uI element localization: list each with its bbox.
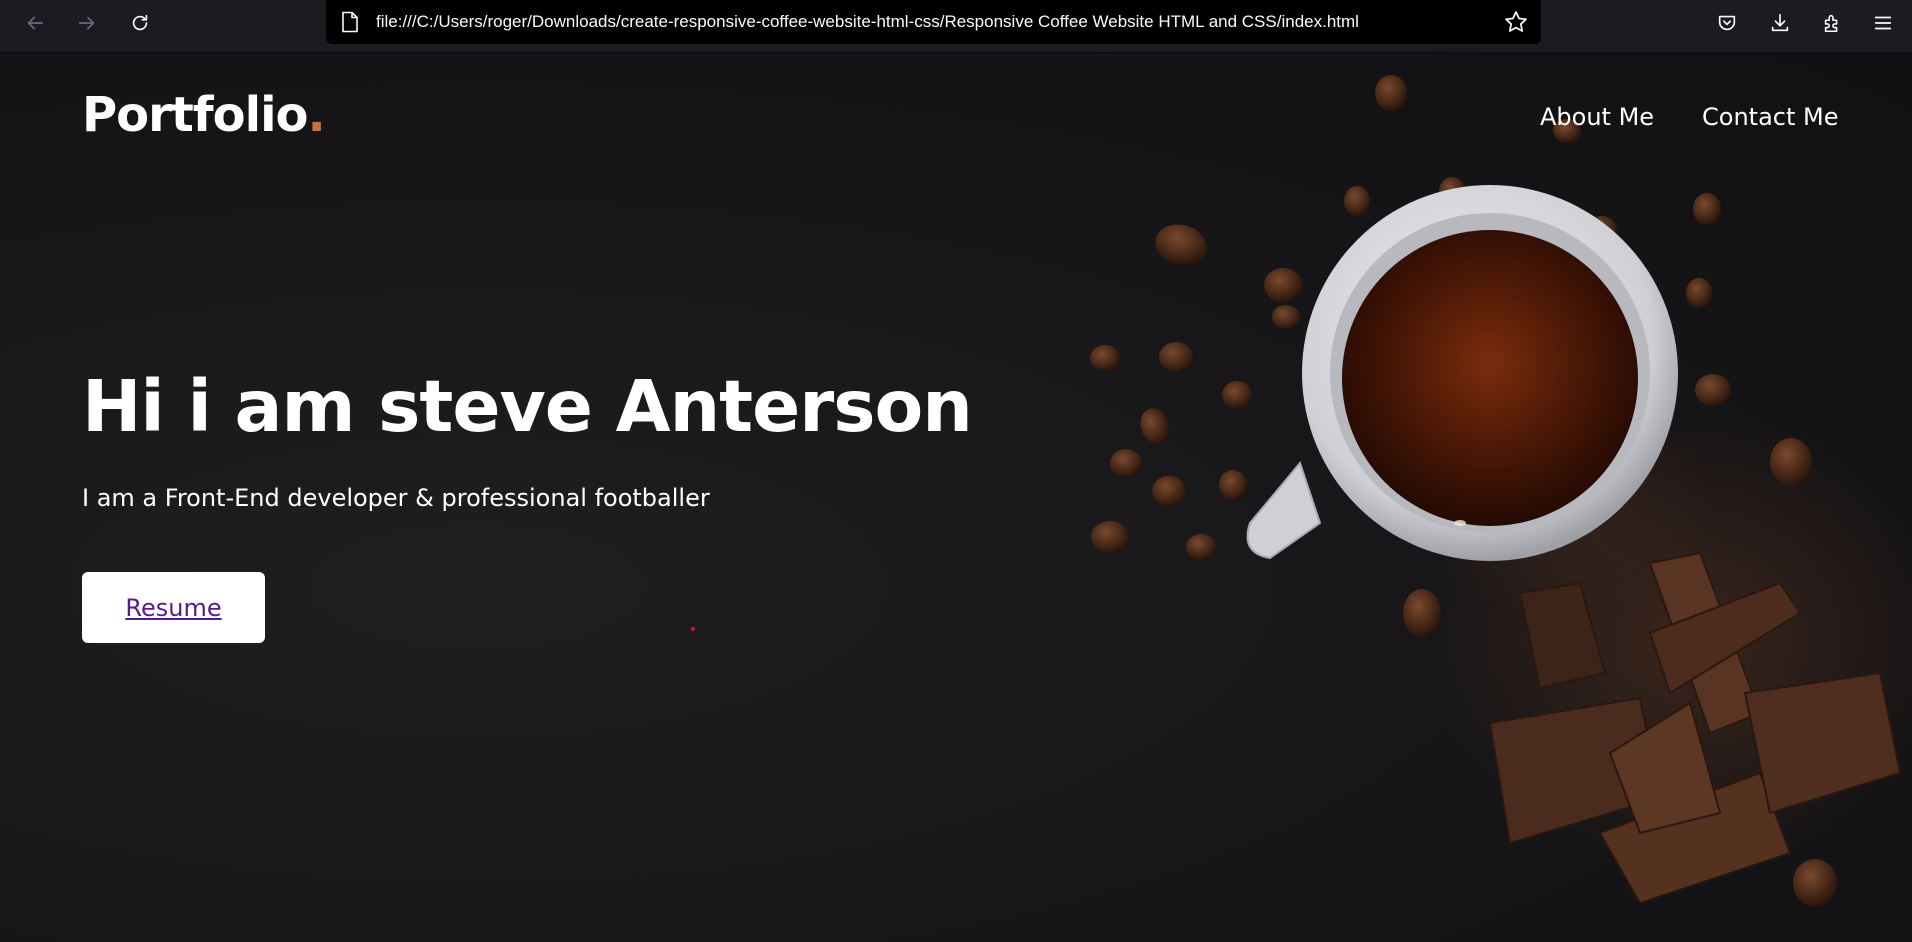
hamburger-menu-icon (1874, 16, 1892, 30)
forward-arrow-icon (78, 16, 95, 30)
browser-toolbar: file:///C:/Users/roger/Downloads/create-… (0, 0, 1912, 53)
reload-button[interactable] (123, 6, 157, 40)
nav-link-contact-me[interactable]: Contact Me (1702, 103, 1838, 131)
page-viewport: Portfolio. About Me Contact Me Hi i am s… (0, 53, 1912, 942)
extensions-icon (1824, 14, 1838, 33)
url-text[interactable]: file:///C:/Users/roger/Downloads/create-… (376, 12, 1359, 32)
url-bar[interactable]: file:///C:/Users/roger/Downloads/create-… (326, 0, 1541, 44)
pocket-icon (1718, 15, 1736, 31)
nav-link-about-me[interactable]: About Me (1540, 103, 1654, 131)
hero-title: Hi i am steve Anterson (82, 365, 973, 448)
forward-button[interactable] (70, 6, 104, 40)
extensions-button[interactable] (1817, 8, 1847, 38)
page-icon (342, 11, 358, 33)
logo-accent-dot: . (307, 87, 326, 143)
back-button[interactable] (18, 6, 52, 40)
menu-button[interactable] (1868, 8, 1898, 38)
download-icon (1771, 13, 1789, 32)
resume-link[interactable]: Resume (125, 594, 221, 622)
back-arrow-icon (27, 16, 44, 30)
star-icon[interactable] (1503, 9, 1529, 35)
hero-subtitle: I am a Front-End developer & professiona… (82, 484, 710, 512)
logo-text: Portfolio (82, 87, 309, 143)
pocket-button[interactable] (1712, 8, 1742, 38)
cursor-dot (691, 627, 695, 631)
reload-icon (132, 14, 148, 31)
site-logo[interactable]: Portfolio. (82, 87, 326, 143)
downloads-button[interactable] (1765, 8, 1795, 38)
coffee-cup-illustration (1090, 75, 1912, 907)
resume-button[interactable]: Resume (82, 572, 265, 643)
